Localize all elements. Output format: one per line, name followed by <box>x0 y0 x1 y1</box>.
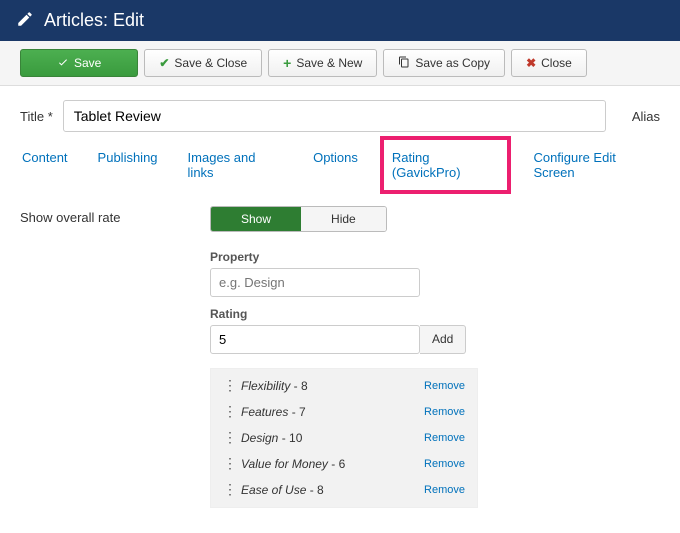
tab-options[interactable]: Options <box>311 142 360 188</box>
action-toolbar: Save ✔ Save & Close + Save & New Save as… <box>0 41 680 86</box>
title-input[interactable] <box>63 100 606 132</box>
save-button[interactable]: Save <box>20 49 138 77</box>
remove-link[interactable]: Remove <box>424 432 465 444</box>
alias-label: Alias <box>632 109 660 124</box>
list-item: Features - 7 Remove <box>211 399 477 425</box>
drag-handle-icon[interactable] <box>223 488 231 492</box>
item-name: Value for Money <box>241 457 328 471</box>
item-value: - 6 <box>328 457 345 471</box>
tab-content[interactable]: Content <box>20 142 70 188</box>
save-copy-button[interactable]: Save as Copy <box>383 49 505 77</box>
list-item: Flexibility - 8 Remove <box>211 373 477 399</box>
list-item: Design - 10 Remove <box>211 425 477 451</box>
show-overall-toggle: Show Hide <box>210 206 387 232</box>
save-close-button[interactable]: ✔ Save & Close <box>144 49 262 77</box>
toggle-hide[interactable]: Hide <box>301 207 386 231</box>
save-icon <box>57 56 69 71</box>
save-new-button[interactable]: + Save & New <box>268 49 377 77</box>
check-icon: ✔ <box>159 56 169 70</box>
plus-icon: + <box>283 55 291 71</box>
close-icon: ✖ <box>526 56 536 70</box>
rating-input[interactable] <box>210 325 420 354</box>
rating-label: Rating <box>210 307 660 321</box>
close-button[interactable]: ✖ Close <box>511 49 587 77</box>
pencil-icon <box>16 10 34 31</box>
drag-handle-icon[interactable] <box>223 436 231 440</box>
drag-handle-icon[interactable] <box>223 462 231 466</box>
toggle-show[interactable]: Show <box>211 207 301 231</box>
rating-panel: Show overall rate Show Hide Property Rat… <box>0 188 680 526</box>
remove-link[interactable]: Remove <box>424 458 465 470</box>
item-name: Flexibility <box>241 379 290 393</box>
list-item: Ease of Use - 8 Remove <box>211 477 477 503</box>
item-name: Design <box>241 431 278 445</box>
list-item: Value for Money - 6 Remove <box>211 451 477 477</box>
add-button[interactable]: Add <box>420 325 466 354</box>
item-value: - 7 <box>288 405 305 419</box>
rating-list: Flexibility - 8 Remove Features - 7 Remo… <box>210 368 478 508</box>
remove-link[interactable]: Remove <box>424 406 465 418</box>
item-value: - 10 <box>278 431 302 445</box>
property-label: Property <box>210 250 660 264</box>
property-input[interactable] <box>210 268 420 297</box>
item-name: Features <box>241 405 288 419</box>
item-name: Ease of Use <box>241 483 306 497</box>
drag-handle-icon[interactable] <box>223 384 231 388</box>
page-title: Articles: Edit <box>44 10 144 31</box>
copy-icon <box>398 56 410 71</box>
tab-publishing[interactable]: Publishing <box>96 142 160 188</box>
page-header: Articles: Edit <box>0 0 680 41</box>
title-label: Title * <box>20 109 53 124</box>
remove-link[interactable]: Remove <box>424 380 465 392</box>
tab-images-links[interactable]: Images and links <box>186 142 286 188</box>
show-overall-label: Show overall rate <box>20 206 180 508</box>
tab-rating[interactable]: Rating (GavickPro) <box>386 142 506 188</box>
drag-handle-icon[interactable] <box>223 410 231 414</box>
title-row: Title * Alias <box>0 86 680 136</box>
item-value: - 8 <box>306 483 323 497</box>
remove-link[interactable]: Remove <box>424 484 465 496</box>
tab-configure-edit-screen[interactable]: Configure Edit Screen <box>531 142 660 188</box>
tabs-bar: Content Publishing Images and links Opti… <box>0 136 680 188</box>
item-value: - 8 <box>290 379 307 393</box>
